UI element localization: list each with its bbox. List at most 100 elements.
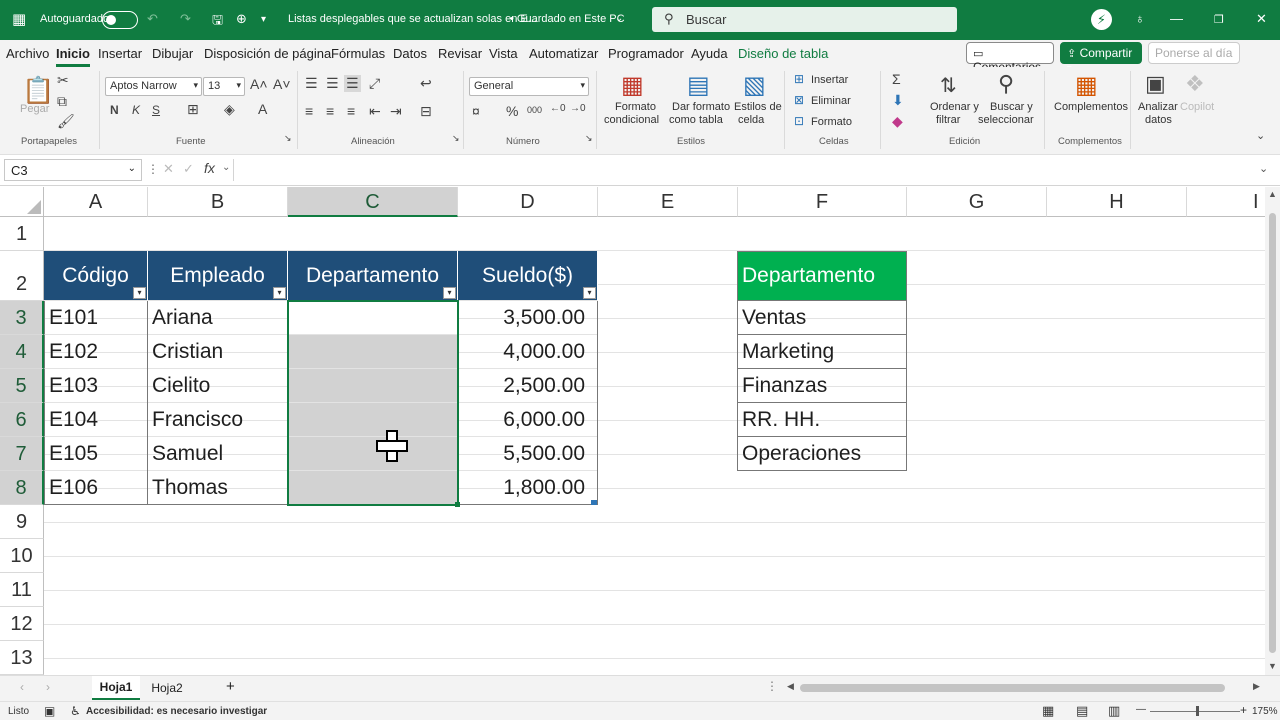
format-cells-icon[interactable]: ⊡ <box>794 114 804 128</box>
col-header-a[interactable]: A <box>44 187 148 217</box>
table-cell[interactable]: E101 <box>44 301 148 335</box>
table-format-line1[interactable]: Dar formato <box>672 101 730 114</box>
dept-list-item[interactable]: Operaciones <box>737 437 907 471</box>
expand-formula-icon[interactable]: ⌄ <box>1259 162 1268 175</box>
chevron-down-icon[interactable]: ⌄ <box>222 162 230 173</box>
touch-mode-icon[interactable]: ⊕ <box>236 11 247 27</box>
row-header-7[interactable]: 7 <box>0 437 44 471</box>
fill-color-icon[interactable]: ◈ <box>224 101 235 118</box>
increase-font-icon[interactable]: A˄ <box>250 76 268 92</box>
col-header-f[interactable]: F <box>738 187 907 217</box>
vertical-scrollbar[interactable]: ▲ ▼ <box>1265 187 1280 675</box>
table-resize-handle[interactable] <box>591 500 597 505</box>
font-size-select[interactable]: 13 ▾ <box>203 77 245 96</box>
table-cell[interactable] <box>288 335 458 369</box>
dept-list-item[interactable]: Marketing <box>737 335 907 369</box>
page-layout-icon[interactable]: ▤ <box>1076 703 1088 719</box>
dept-list-item[interactable]: RR. HH. <box>737 403 907 437</box>
dialog-launcher-icon[interactable]: ↘ <box>585 133 593 144</box>
zoom-level[interactable]: 175% <box>1252 706 1278 717</box>
analyze-line1[interactable]: Analizar <box>1138 101 1178 114</box>
align-left-icon[interactable]: ≡ <box>305 103 313 119</box>
table-header-sueldo[interactable]: Sueldo($) <box>458 251 598 301</box>
filter-dropdown-icon[interactable]: ▾ <box>583 287 596 299</box>
table-cell[interactable]: E102 <box>44 335 148 369</box>
filter-dropdown-icon[interactable]: ▾ <box>443 287 456 299</box>
tab-automatizar[interactable]: Automatizar <box>529 46 598 61</box>
row-header-13[interactable]: 13 <box>0 641 44 675</box>
cell-styles-icon[interactable]: ▧ <box>743 71 766 100</box>
filter-dropdown-icon[interactable]: ▾ <box>273 287 286 299</box>
find-line2[interactable]: seleccionar <box>978 114 1034 127</box>
align-middle-icon[interactable]: ☰ <box>326 75 339 92</box>
col-header-e[interactable]: E <box>598 187 738 217</box>
tab-vista[interactable]: Vista <box>489 46 518 61</box>
accessibility-status[interactable]: Accesibilidad: es necesario investigar <box>86 706 267 717</box>
tab-formulas[interactable]: Fórmulas <box>331 46 385 61</box>
enter-icon[interactable]: ✓ <box>183 161 194 177</box>
account-icon[interactable]: ⚡ <box>1091 9 1112 30</box>
table-cell[interactable]: Thomas <box>148 471 288 505</box>
insert-cells-icon[interactable]: ⊞ <box>794 72 804 86</box>
row-header-6[interactable]: 6 <box>0 403 44 437</box>
table-cell[interactable]: Ariana <box>148 301 288 335</box>
dialog-launcher-icon[interactable]: ↘ <box>284 133 292 144</box>
prev-sheet-icon[interactable]: ‹ <box>20 680 24 694</box>
cancel-icon[interactable]: ✕ <box>163 161 174 177</box>
table-cell[interactable]: 2,500.00 <box>458 369 598 403</box>
row-header-10[interactable]: 10 <box>0 539 44 573</box>
row-header-12[interactable]: 12 <box>0 607 44 641</box>
align-top-icon[interactable]: ☰ <box>305 75 318 92</box>
comma-style-icon[interactable]: 000 <box>527 105 542 115</box>
merge-center-icon[interactable]: ⊟ <box>420 103 432 120</box>
table-cell[interactable] <box>288 369 458 403</box>
lightbulb-icon[interactable]: ♁ <box>1135 11 1145 26</box>
addins-icon[interactable]: ▦ <box>1075 71 1098 100</box>
tab-datos[interactable]: Datos <box>393 46 427 61</box>
sheet-tab-hoja1[interactable]: Hoja1 <box>92 676 140 700</box>
align-right-icon[interactable]: ≡ <box>347 103 355 119</box>
cell-styles-line1[interactable]: Estilos de <box>734 101 782 114</box>
italic-icon[interactable]: K <box>132 103 140 117</box>
decrease-indent-icon[interactable]: ⇤ <box>369 103 381 120</box>
sort-line2[interactable]: filtrar <box>936 114 960 127</box>
copilot-icon[interactable]: ❖ <box>1185 71 1205 97</box>
bold-icon[interactable]: N <box>110 103 119 117</box>
redo-icon[interactable]: ↷ <box>180 11 191 27</box>
col-header-i[interactable]: I <box>1187 187 1265 217</box>
align-center-icon[interactable]: ≡ <box>326 103 334 119</box>
currency-icon[interactable]: ¤ <box>472 103 480 119</box>
clear-icon[interactable]: ◆ <box>892 113 903 130</box>
dept-list-header[interactable]: Departamento <box>737 251 907 301</box>
cell-styles-line2[interactable]: celda <box>738 114 764 127</box>
select-all-corner[interactable] <box>0 187 44 217</box>
table-cell[interactable]: 6,000.00 <box>458 403 598 437</box>
format-cells-label[interactable]: Formato <box>811 116 852 129</box>
table-format-line2[interactable]: como tabla <box>669 114 723 127</box>
table-cell[interactable]: E103 <box>44 369 148 403</box>
paste-label[interactable]: Pegar <box>20 103 49 116</box>
tab-insertar[interactable]: Insertar <box>98 46 142 61</box>
add-sheet-icon[interactable]: + <box>226 678 235 695</box>
row-header-5[interactable]: 5 <box>0 369 44 403</box>
row-header-9[interactable]: 9 <box>0 505 44 539</box>
table-cell[interactable]: Francisco <box>148 403 288 437</box>
search-box[interactable]: ⚲ Buscar <box>652 7 957 32</box>
percent-icon[interactable]: % <box>506 103 518 119</box>
increase-indent-icon[interactable]: ⇥ <box>390 103 402 120</box>
cut-icon[interactable]: ✂ <box>57 72 69 89</box>
format-as-table-icon[interactable]: ▤ <box>687 71 710 100</box>
sort-line1[interactable]: Ordenar y <box>930 101 979 114</box>
orientation-icon[interactable]: ⤢ <box>369 75 380 92</box>
dialog-launcher-icon[interactable]: ↘ <box>452 133 460 144</box>
dept-list-item[interactable]: Ventas <box>737 301 907 335</box>
scroll-left-icon[interactable]: ◀ <box>787 681 794 692</box>
scroll-up-icon[interactable]: ▲ <box>1268 189 1277 199</box>
scroll-right-icon[interactable]: ▶ <box>1253 681 1260 692</box>
horizontal-scroll-thumb[interactable] <box>800 684 1225 692</box>
dept-list-item[interactable]: Finanzas <box>737 369 907 403</box>
table-cell[interactable]: E104 <box>44 403 148 437</box>
undo-icon[interactable]: ↶ <box>147 11 158 27</box>
tab-archivo[interactable]: Archivo <box>6 46 49 61</box>
row-header-8[interactable]: 8 <box>0 471 44 505</box>
